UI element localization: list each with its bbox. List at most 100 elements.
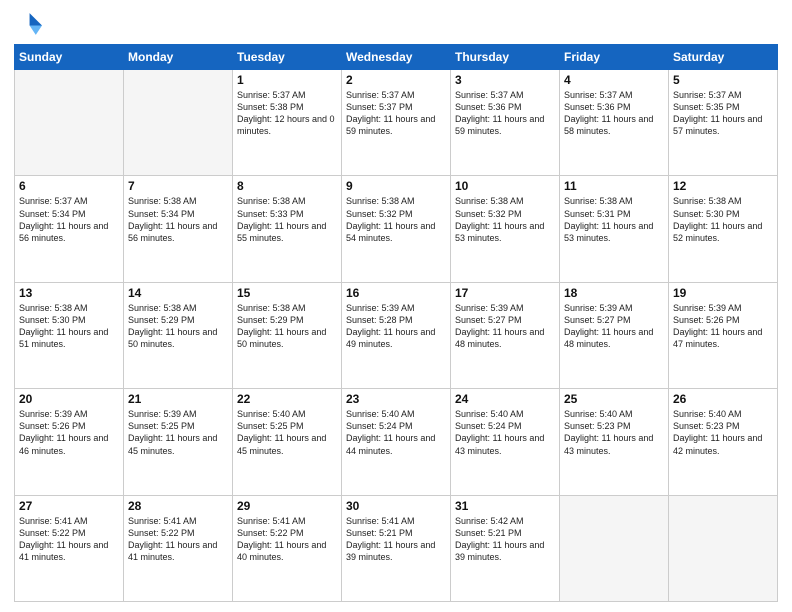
cell-info: Sunrise: 5:38 AM Sunset: 5:32 PM Dayligh… [346, 195, 446, 244]
calendar-cell: 29Sunrise: 5:41 AM Sunset: 5:22 PM Dayli… [233, 495, 342, 601]
cell-info: Sunrise: 5:39 AM Sunset: 5:28 PM Dayligh… [346, 302, 446, 351]
day-number: 27 [19, 499, 119, 513]
calendar-cell: 3 Sunrise: 5:37 AM Sunset: 5:36 PM Daylig… [451, 70, 560, 176]
cell-info: Sunrise: 5:39 AM Sunset: 5:27 PM Dayligh… [455, 302, 555, 351]
page: SundayMondayTuesdayWednesdayThursdayFrid… [0, 0, 792, 612]
day-number: 21 [128, 392, 228, 406]
header [14, 10, 778, 38]
cell-info: Sunrise: 5:40 AM Sunset: 5:23 PM Dayligh… [673, 408, 773, 457]
cell-info: Sunrise: 5:40 AM Sunset: 5:23 PM Dayligh… [564, 408, 664, 457]
calendar-week-row: 13Sunrise: 5:38 AM Sunset: 5:30 PM Dayli… [15, 282, 778, 388]
header-day: Monday [124, 45, 233, 70]
day-number: 19 [673, 286, 773, 300]
cell-info: Sunrise: 5:37 AM Sunset: 5:37 PM Dayligh… [346, 89, 446, 138]
calendar-cell: 22Sunrise: 5:40 AM Sunset: 5:25 PM Dayli… [233, 389, 342, 495]
day-number: 17 [455, 286, 555, 300]
calendar-cell: 11 Sunrise: 5:38 AM Sunset: 5:31 PM Dayli… [560, 176, 669, 282]
day-number: 29 [237, 499, 337, 513]
calendar-week-row: 20Sunrise: 5:39 AM Sunset: 5:26 PM Dayli… [15, 389, 778, 495]
header-day: Thursday [451, 45, 560, 70]
calendar-cell: 17 Sunrise: 5:39 AM Sunset: 5:27 PM Dayli… [451, 282, 560, 388]
calendar-cell: 21 Sunrise: 5:39 AM Sunset: 5:25 PM Dayli… [124, 389, 233, 495]
day-number: 18 [564, 286, 664, 300]
calendar-cell: 30 Sunrise: 5:41 AM Sunset: 5:21 PM Dayli… [342, 495, 451, 601]
cell-info: Sunrise: 5:41 AM Sunset: 5:21 PM Dayligh… [346, 515, 446, 564]
day-number: 25 [564, 392, 664, 406]
header-day: Friday [560, 45, 669, 70]
cell-info: Sunrise: 5:39 AM Sunset: 5:26 PM Dayligh… [19, 408, 119, 457]
calendar-cell: 19 Sunrise: 5:39 AM Sunset: 5:26 PM Dayli… [669, 282, 778, 388]
header-day: Saturday [669, 45, 778, 70]
calendar-cell: 7 Sunrise: 5:38 AM Sunset: 5:34 PM Daylig… [124, 176, 233, 282]
day-number: 30 [346, 499, 446, 513]
calendar-cell: 2Sunrise: 5:37 AM Sunset: 5:37 PM Daylig… [342, 70, 451, 176]
cell-info: Sunrise: 5:39 AM Sunset: 5:26 PM Dayligh… [673, 302, 773, 351]
calendar-cell: 18 Sunrise: 5:39 AM Sunset: 5:27 PM Dayli… [560, 282, 669, 388]
calendar-cell: 24 Sunrise: 5:40 AM Sunset: 5:24 PM Dayli… [451, 389, 560, 495]
day-number: 12 [673, 179, 773, 193]
calendar-cell: 10Sunrise: 5:38 AM Sunset: 5:32 PM Dayli… [451, 176, 560, 282]
day-number: 28 [128, 499, 228, 513]
day-number: 14 [128, 286, 228, 300]
cell-info: Sunrise: 5:42 AM Sunset: 5:21 PM Dayligh… [455, 515, 555, 564]
cell-info: Sunrise: 5:38 AM Sunset: 5:33 PM Dayligh… [237, 195, 337, 244]
cell-info: Sunrise: 5:41 AM Sunset: 5:22 PM Dayligh… [19, 515, 119, 564]
calendar-week-row: 27 Sunrise: 5:41 AM Sunset: 5:22 PM Dayli… [15, 495, 778, 601]
calendar-cell: 31 Sunrise: 5:42 AM Sunset: 5:21 PM Dayli… [451, 495, 560, 601]
cell-info: Sunrise: 5:39 AM Sunset: 5:27 PM Dayligh… [564, 302, 664, 351]
calendar-cell [669, 495, 778, 601]
calendar-cell: 13Sunrise: 5:38 AM Sunset: 5:30 PM Dayli… [15, 282, 124, 388]
calendar-cell: 6Sunrise: 5:37 AM Sunset: 5:34 PM Daylig… [15, 176, 124, 282]
cell-info: Sunrise: 5:39 AM Sunset: 5:25 PM Dayligh… [128, 408, 228, 457]
cell-info: Sunrise: 5:38 AM Sunset: 5:29 PM Dayligh… [128, 302, 228, 351]
cell-info: Sunrise: 5:37 AM Sunset: 5:36 PM Dayligh… [455, 89, 555, 138]
day-number: 22 [237, 392, 337, 406]
calendar-cell: 8Sunrise: 5:38 AM Sunset: 5:33 PM Daylig… [233, 176, 342, 282]
cell-info: Sunrise: 5:41 AM Sunset: 5:22 PM Dayligh… [128, 515, 228, 564]
day-number: 9 [346, 179, 446, 193]
calendar-week-row: 1 Sunrise: 5:37 AM Sunset: 5:38 PM Daylig… [15, 70, 778, 176]
day-number: 16 [346, 286, 446, 300]
cell-info: Sunrise: 5:37 AM Sunset: 5:35 PM Dayligh… [673, 89, 773, 138]
day-number: 4 [564, 73, 664, 87]
calendar-cell [560, 495, 669, 601]
cell-info: Sunrise: 5:38 AM Sunset: 5:32 PM Dayligh… [455, 195, 555, 244]
day-number: 24 [455, 392, 555, 406]
cell-info: Sunrise: 5:38 AM Sunset: 5:34 PM Dayligh… [128, 195, 228, 244]
day-number: 31 [455, 499, 555, 513]
calendar-cell: 12 Sunrise: 5:38 AM Sunset: 5:30 PM Dayli… [669, 176, 778, 282]
day-number: 1 [237, 73, 337, 87]
cell-info: Sunrise: 5:40 AM Sunset: 5:24 PM Dayligh… [455, 408, 555, 457]
logo [14, 10, 46, 38]
calendar-header-row: SundayMondayTuesdayWednesdayThursdayFrid… [15, 45, 778, 70]
cell-info: Sunrise: 5:38 AM Sunset: 5:31 PM Dayligh… [564, 195, 664, 244]
calendar-cell: 27 Sunrise: 5:41 AM Sunset: 5:22 PM Dayli… [15, 495, 124, 601]
calendar-cell: 23 Sunrise: 5:40 AM Sunset: 5:24 PM Dayli… [342, 389, 451, 495]
header-day: Sunday [15, 45, 124, 70]
day-number: 13 [19, 286, 119, 300]
calendar-cell: 4Sunrise: 5:37 AM Sunset: 5:36 PM Daylig… [560, 70, 669, 176]
day-number: 5 [673, 73, 773, 87]
day-number: 23 [346, 392, 446, 406]
header-day: Tuesday [233, 45, 342, 70]
logo-icon [14, 10, 42, 38]
day-number: 3 [455, 73, 555, 87]
calendar-cell: 28 Sunrise: 5:41 AM Sunset: 5:22 PM Dayli… [124, 495, 233, 601]
cell-info: Sunrise: 5:40 AM Sunset: 5:24 PM Dayligh… [346, 408, 446, 457]
calendar-cell: 16 Sunrise: 5:39 AM Sunset: 5:28 PM Dayli… [342, 282, 451, 388]
day-number: 6 [19, 179, 119, 193]
day-number: 15 [237, 286, 337, 300]
cell-info: Sunrise: 5:38 AM Sunset: 5:30 PM Dayligh… [673, 195, 773, 244]
calendar-cell: 1 Sunrise: 5:37 AM Sunset: 5:38 PM Daylig… [233, 70, 342, 176]
cell-info: Sunrise: 5:37 AM Sunset: 5:38 PM Dayligh… [237, 89, 337, 138]
calendar-cell: 25 Sunrise: 5:40 AM Sunset: 5:23 PM Dayli… [560, 389, 669, 495]
header-day: Wednesday [342, 45, 451, 70]
calendar-cell: 5 Sunrise: 5:37 AM Sunset: 5:35 PM Daylig… [669, 70, 778, 176]
calendar-cell [15, 70, 124, 176]
cell-info: Sunrise: 5:38 AM Sunset: 5:29 PM Dayligh… [237, 302, 337, 351]
calendar-cell: 26Sunrise: 5:40 AM Sunset: 5:23 PM Dayli… [669, 389, 778, 495]
day-number: 11 [564, 179, 664, 193]
day-number: 7 [128, 179, 228, 193]
calendar-cell: 20Sunrise: 5:39 AM Sunset: 5:26 PM Dayli… [15, 389, 124, 495]
calendar-cell: 15 Sunrise: 5:38 AM Sunset: 5:29 PM Dayli… [233, 282, 342, 388]
